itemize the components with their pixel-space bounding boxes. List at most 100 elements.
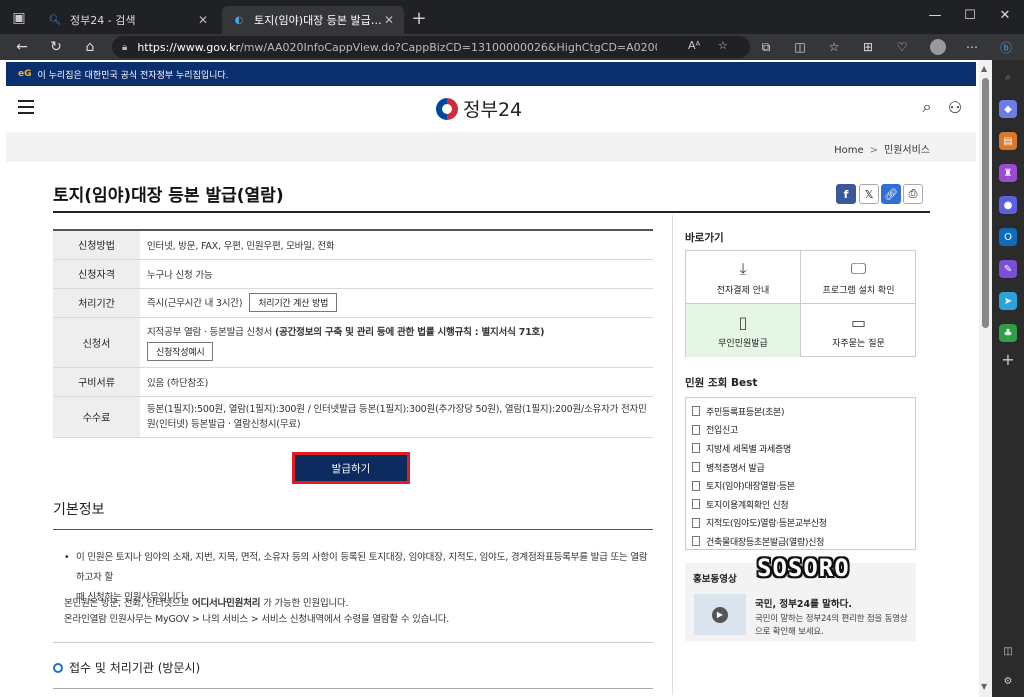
minimize-icon[interactable]: —: [920, 4, 950, 26]
read-aloud-icon[interactable]: Aᴬ: [688, 39, 700, 52]
browser-tab-search[interactable]: 🔍︎ 정부24 - 검색 ✕: [38, 6, 218, 34]
add-sidebar-app-icon[interactable]: +: [999, 350, 1017, 369]
egov-mark: eG: [18, 69, 32, 79]
row-value: 등본(1필지):500원, 열람(1필지):300원 / 인터넷발급 등본(1필…: [140, 396, 653, 438]
row-value-cell: 즉시(근무시간 내 3시간) 처리기간 계산 방법: [140, 288, 653, 318]
settings-gear-icon[interactable]: ⚙: [999, 672, 1017, 690]
facebook-icon[interactable]: f: [836, 184, 856, 204]
list-item[interactable]: 전입신고: [686, 421, 915, 440]
print-icon[interactable]: ⎙: [903, 184, 923, 204]
maximize-icon[interactable]: ☐: [955, 4, 985, 26]
hide-sidebar-icon[interactable]: ◫: [999, 642, 1017, 660]
list-item[interactable]: 토지이용계획확인 신청: [686, 495, 915, 514]
telegram-icon[interactable]: ➤: [999, 292, 1017, 310]
performance-icon[interactable]: ♡: [892, 38, 912, 56]
search-icon[interactable]: ⌕: [999, 68, 1017, 86]
best-title: 민원 조회 Best: [685, 377, 758, 389]
list-item[interactable]: 지적도(임야도)열람·등본교부신청: [686, 514, 915, 533]
list-item[interactable]: 지방세 세목별 과세증명: [686, 439, 915, 458]
browser-tab-bar: ▣ 🔍︎ 정부24 - 검색 ✕ ◐ 토지(임야)대장 등본 발급(열람) | …: [0, 0, 1024, 34]
list-item[interactable]: 병적증명서 발급: [686, 458, 915, 477]
scroll-up-icon[interactable]: ▲: [981, 64, 987, 73]
monitor-icon: 🖵︎: [850, 258, 867, 278]
promo-title[interactable]: 국민, 정부24를 말하다.: [755, 596, 852, 610]
outlook-icon[interactable]: O: [999, 228, 1017, 246]
row-value: 있음 (하단참조): [140, 367, 653, 397]
home-icon[interactable]: ⌂: [78, 37, 102, 57]
designer-icon[interactable]: ✎: [999, 260, 1017, 278]
promo-video-thumbnail[interactable]: ▶: [694, 594, 746, 635]
gov-banner-text: 이 누리집은 대한민국 공식 전자정부 누리집입니다.: [37, 70, 229, 81]
row-label: 신청서: [53, 317, 140, 368]
document-icon: [692, 536, 700, 547]
breadcrumb-trail: Home > 민원서비스: [834, 141, 930, 156]
quick-link-payment[interactable]: ⤓ 전자결제 안내: [686, 251, 801, 304]
games-icon[interactable]: ♜: [999, 164, 1017, 182]
page-scrollbar[interactable]: ▲ ▼: [979, 60, 992, 697]
row-value-cell: 지적공부 열람 · 등본발급 신청서 (공간정보의 구축 및 관리 등에 관한 …: [140, 317, 653, 368]
reception-agency-heading[interactable]: 접수 및 처리기관 (방문시): [53, 659, 200, 676]
section-divider: [53, 642, 653, 643]
basic-info-note: 본민원은 방문, 전화, 인터넷으로 어디서나민원처리 가 가능한 민원입니다.…: [64, 598, 450, 625]
link-icon[interactable]: 🔗︎: [881, 184, 901, 204]
breadcrumb-home[interactable]: Home: [834, 145, 864, 156]
menu-icon[interactable]: [18, 100, 34, 114]
back-icon[interactable]: ←: [10, 37, 34, 57]
table-row: 신청방법 인터넷, 방문, FAX, 우편, 민원우편, 모바일, 전화: [53, 230, 653, 260]
tools-icon[interactable]: ▤: [999, 132, 1017, 150]
refresh-icon[interactable]: ↻: [44, 37, 68, 57]
column-divider: [672, 215, 673, 695]
split-screen-icon[interactable]: ◫: [790, 38, 810, 56]
table-row: 신청서 지적공부 열람 · 등본발급 신청서 (공간정보의 구축 및 관리 등에…: [53, 317, 653, 368]
favorites-icon[interactable]: ☆: [824, 38, 844, 56]
x-icon[interactable]: 𝕏: [859, 184, 879, 204]
scroll-down-icon[interactable]: ▼: [981, 682, 987, 691]
quick-links-title: 바로가기: [685, 232, 724, 244]
list-item[interactable]: 건축물대장등초본발급(열람)신청: [686, 532, 915, 551]
user-icon[interactable]: ⚇: [946, 98, 964, 117]
profile-avatar-icon[interactable]: [928, 38, 948, 56]
taegeuk-logo-icon: [436, 97, 458, 120]
download-icon: ⤓: [739, 258, 747, 278]
extensions-icon[interactable]: ⧉: [756, 38, 776, 56]
section-divider: [53, 688, 653, 689]
new-tab-icon[interactable]: +: [408, 8, 430, 29]
browser-tab-active[interactable]: ◐ 토지(임야)대장 등본 발급(열람) | ✕: [222, 6, 404, 34]
form-example-button[interactable]: 신청작성예시: [147, 341, 214, 361]
processing-time-calc-button[interactable]: 처리기간 계산 방법: [249, 293, 338, 312]
list-item[interactable]: 주민등록표등본(초본): [686, 402, 915, 421]
breadcrumb-current[interactable]: 민원서비스: [884, 145, 930, 156]
close-tab-icon[interactable]: ✕: [384, 13, 394, 27]
quick-link-program-check[interactable]: 🖵︎ 프로그램 설치 확인: [801, 251, 916, 304]
copilot-icon[interactable]: ●: [999, 196, 1017, 214]
close-tab-icon[interactable]: ✕: [198, 13, 208, 27]
collections-icon[interactable]: ⊞: [858, 38, 878, 56]
tab-actions-icon[interactable]: ▣: [8, 8, 30, 28]
breadcrumb: Home > 민원서비스: [6, 132, 976, 162]
promo-description: 국민이 말하는 정부24의 편리한 점을 동영상으로 확인해 보세요.: [755, 614, 908, 637]
shopping-tag-icon[interactable]: ◆: [999, 100, 1017, 118]
tree-icon[interactable]: ♣: [999, 324, 1017, 342]
search-icon[interactable]: ⌕: [918, 97, 936, 116]
issue-button[interactable]: 발급하기: [292, 452, 410, 484]
edge-sidebar: ⌕ ◆ ▤ ♜ ● O ✎ ➤ ♣ + ◫ ⚙: [992, 60, 1024, 697]
promo-label: 홍보동영상: [693, 574, 737, 585]
edge-icon: ◐: [234, 14, 244, 26]
more-menu-icon[interactable]: ⋯: [962, 38, 982, 56]
site-logo[interactable]: 정부24: [436, 95, 522, 122]
favorite-star-icon[interactable]: ☆: [718, 39, 728, 52]
row-value: 지적공부 열람 · 등본발급 신청서 (공간정보의 구축 및 관리 등에 관한 …: [147, 326, 545, 338]
copilot-icon[interactable]: ⓑ: [996, 38, 1016, 56]
close-window-icon[interactable]: ✕: [990, 4, 1020, 26]
row-label: 신청자격: [53, 259, 140, 289]
quick-link-faq[interactable]: ▭ 자주묻는 질문: [801, 304, 916, 357]
quick-link-kiosk[interactable]: ▯ 무인민원발급: [686, 304, 801, 357]
url-text: https://www.gov.kr/mw/AA020InfoCappView.…: [137, 40, 657, 54]
play-icon[interactable]: ▶: [712, 606, 728, 623]
row-label: 수수료: [53, 396, 140, 438]
form-law-reference[interactable]: (공간정보의 구축 및 관리 등에 관한 법률 시행규칙 : 별지서식 71호): [275, 327, 544, 338]
scrollbar-thumb[interactable]: [982, 78, 989, 328]
url-field[interactable]: 🔒︎ https://www.gov.kr/mw/AA020InfoCappVi…: [112, 36, 750, 58]
gov-official-banner: eG 이 누리집은 대한민국 공식 전자정부 누리집입니다.: [6, 62, 976, 86]
list-item[interactable]: 토지(임야)대장열람·등본: [686, 476, 915, 495]
